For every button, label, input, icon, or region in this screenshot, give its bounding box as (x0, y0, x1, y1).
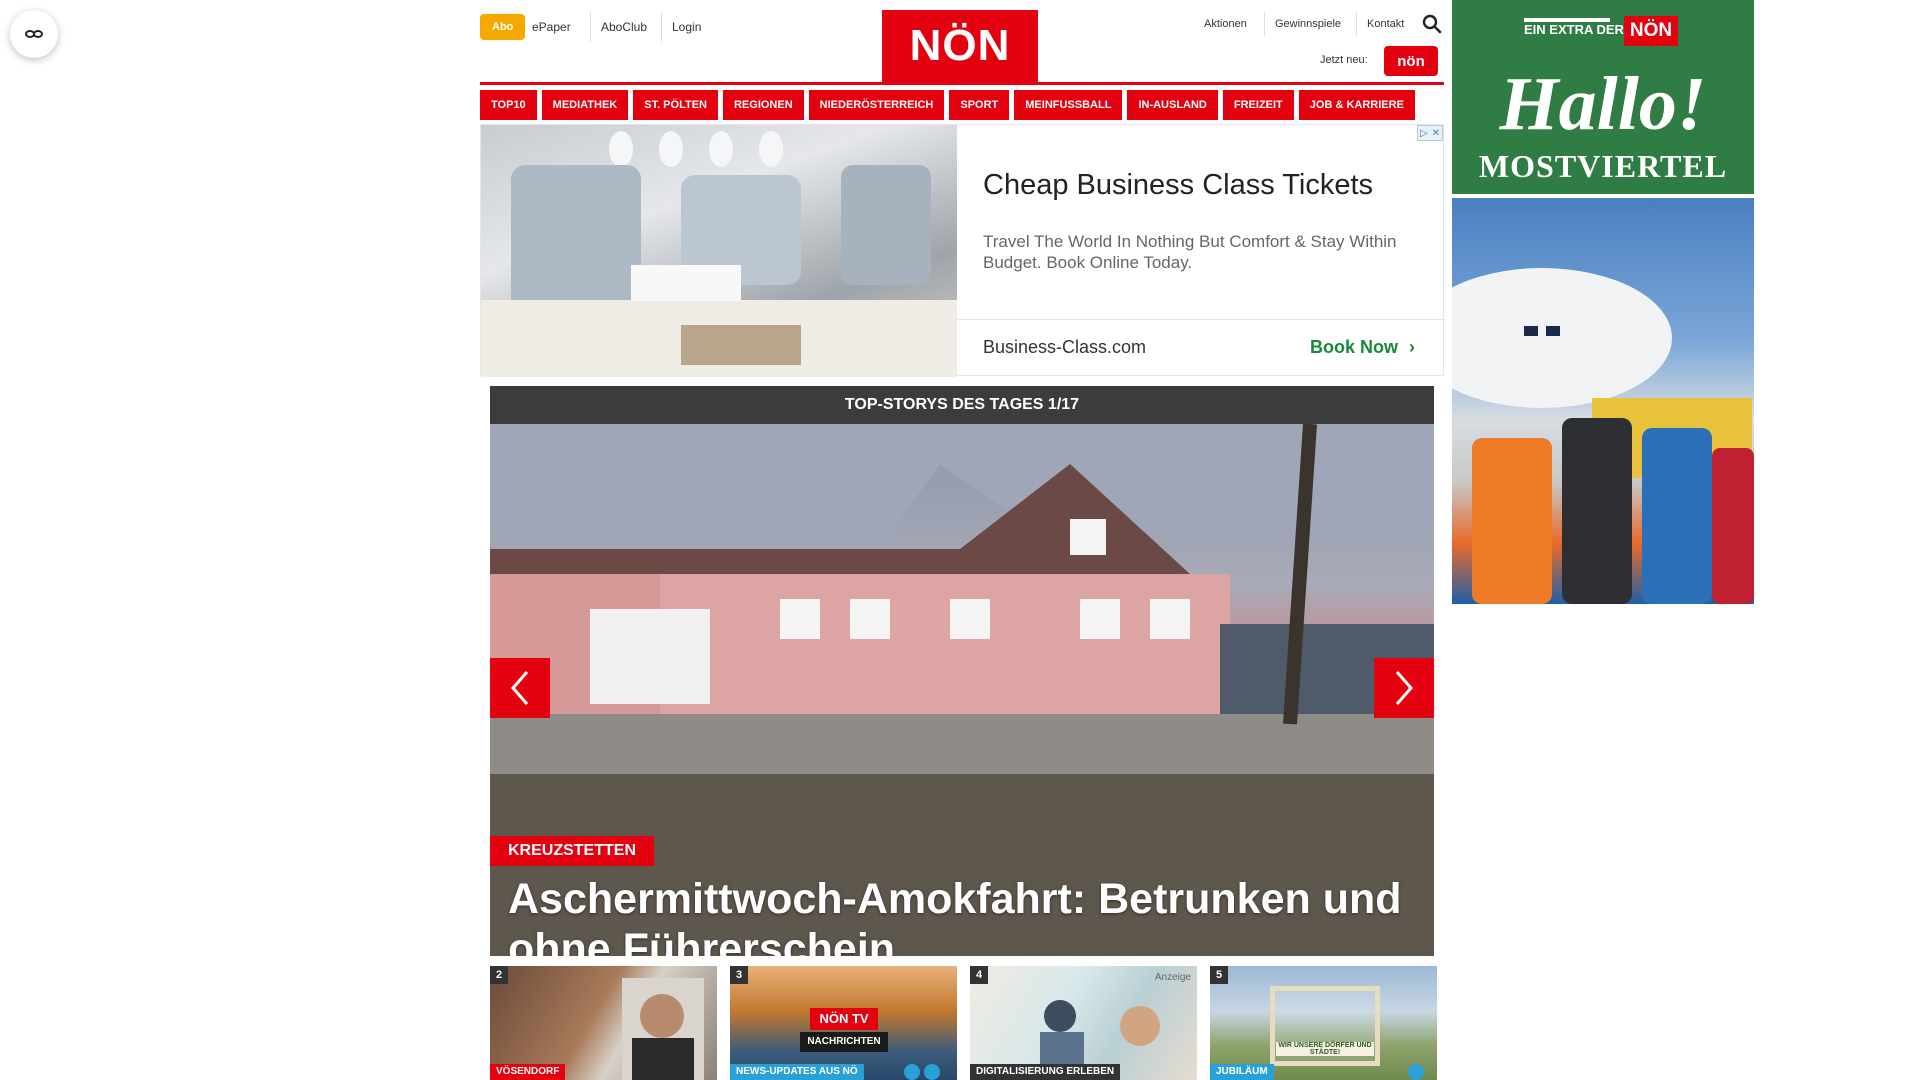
top-story-carousel: TOP-STORYS DES TAGES 1/17 KREUZSTETTEN A… (490, 386, 1434, 956)
noen-mini-logo: NÖN (1624, 16, 1678, 46)
ad-description: Travel The World In Nothing But Comfort … (983, 232, 1397, 272)
header-divider (480, 82, 1444, 85)
story-thumbnail-strip: 2 VÖSENDORF NÖN TV NACHRICHTEN 3 NEWS-UP… (490, 966, 1437, 1080)
ad-title[interactable]: Cheap Business Class Tickets (983, 169, 1373, 202)
sponsored-badge: Anzeige (1154, 972, 1191, 983)
kontakt-link[interactable]: Kontakt (1356, 12, 1414, 36)
play-icon (924, 1064, 940, 1080)
nav-item-in-ausland[interactable]: IN-AUSLAND (1127, 90, 1218, 120)
thumbnail-story-2[interactable]: 2 VÖSENDORF (490, 966, 717, 1080)
ad-info-icon: ▷ (1419, 127, 1428, 139)
thumbnail-story-5[interactable]: WIR UNSERE DÖRFER UND STÄDTE! 5 JUBILÄUM (1210, 966, 1437, 1080)
reader-mode-button[interactable] (10, 10, 58, 58)
hallo-title: Hallo! (1499, 62, 1707, 146)
search-icon[interactable] (1422, 14, 1442, 34)
aboclub-link[interactable]: AboClub (590, 12, 657, 42)
thumbnail-number: 2 (490, 966, 508, 984)
thumbnail-tag: JUBILÄUM (1210, 1064, 1274, 1080)
nav-item-sport[interactable]: SPORT (949, 90, 1010, 120)
login-link[interactable]: Login (661, 12, 711, 42)
nav-item-mediathek[interactable]: MEDIATHEK (541, 90, 629, 120)
main-navigation: TOP10 MEDIATHEK ST. PÖLTEN REGIONEN NIED… (480, 90, 1444, 120)
ad-divider (957, 319, 1445, 320)
nav-item-meinfussball[interactable]: MEINFUSSBALL (1014, 90, 1123, 120)
extra-label: EIN EXTRA DER (1524, 22, 1624, 37)
story-headline[interactable]: Aschermittwoch-Amokfahrt: Betrunken und … (508, 874, 1408, 956)
carousel-next-button[interactable] (1374, 658, 1434, 718)
thumbnail-number: 5 (1210, 966, 1228, 984)
thumbnail-number: 4 (970, 966, 988, 984)
thumbnail-tag: DIGITALISIERUNG ERLEBEN (970, 1064, 1121, 1080)
thumbnail-story-4[interactable]: Anzeige 4 DIGITALISIERUNG ERLEBEN (970, 966, 1197, 1080)
nav-item-regionen[interactable]: REGIONEN (722, 90, 804, 120)
thumbnail-tag: VÖSENDORF (490, 1064, 566, 1080)
top-story-image[interactable]: KREUZSTETTEN Aschermittwoch-Amokfahrt: B… (490, 424, 1434, 956)
noen-logo[interactable]: NÖN (882, 10, 1038, 82)
business-class-ad[interactable]: ▷ ✕ Cheap Business Class Tickets Travel … (480, 124, 1445, 377)
chevron-left-icon (511, 671, 529, 705)
camera-icon (1408, 1064, 1424, 1080)
nav-item-job-karriere[interactable]: JOB & KARRIERE (1298, 90, 1415, 120)
noen-tv-nachrichten-label: NACHRICHTEN (800, 1032, 888, 1052)
jetzt-neu-badge[interactable]: nön (1384, 46, 1438, 76)
chevron-right-icon: › (1409, 337, 1416, 357)
ad-domain[interactable]: Business-Class.com (983, 337, 1146, 358)
aktionen-link[interactable]: Aktionen (1194, 12, 1257, 36)
nav-item-st-poelten[interactable]: ST. PÖLTEN (633, 90, 718, 120)
nav-item-freizeit[interactable]: FREIZEIT (1222, 90, 1294, 120)
nav-item-niederoesterreich[interactable]: NIEDERÖSTERREICH (808, 90, 945, 120)
gewinnspiele-link[interactable]: Gewinnspiele (1264, 12, 1351, 36)
sidebar-ad[interactable]: EIN EXTRA DER NÖN Hallo! MOSTVIERTEL (1452, 0, 1754, 604)
chevron-right-icon (1395, 671, 1413, 705)
mostviertel-title: MOSTVIERTEL (1478, 148, 1728, 184)
thumbnail-tag: NEWS-UPDATES AUS NÖ (730, 1064, 864, 1080)
top-bar: Abo ePaper AboClub Login NÖN Aktionen Ge… (480, 0, 1444, 85)
ad-choices-badge[interactable]: ▷ ✕ (1417, 125, 1443, 141)
noen-tv-logo: NÖN TV (810, 1008, 878, 1030)
abo-button[interactable]: Abo (480, 14, 526, 40)
top-story-header: TOP-STORYS DES TAGES 1/17 (490, 386, 1434, 424)
epaper-link[interactable]: ePaper (522, 12, 581, 42)
ad-close-icon[interactable]: ✕ (1432, 128, 1440, 139)
hallo-mostviertel-banner[interactable]: EIN EXTRA DER NÖN Hallo! MOSTVIERTEL (1452, 0, 1754, 194)
thumbnail-story-3[interactable]: NÖN TV NACHRICHTEN 3 NEWS-UPDATES AUS NÖ (730, 966, 957, 1080)
frame-sign: WIR UNSERE DÖRFER UND STÄDTE! (1276, 1042, 1374, 1056)
nav-item-top10[interactable]: TOP10 (480, 90, 537, 120)
news-page: Abo ePaper AboClub Login NÖN Aktionen Ge… (480, 0, 1445, 1080)
carousel-prev-button[interactable] (490, 658, 550, 718)
camera-icon (904, 1064, 920, 1080)
ad-cabin-image[interactable] (481, 125, 957, 377)
story-kicker[interactable]: KREUZSTETTEN (490, 836, 654, 866)
jetzt-neu-label: Jetzt neu: (1320, 54, 1368, 66)
ad-book-now-button[interactable]: Book Now › (1310, 337, 1415, 358)
airport-luggage-image[interactable] (1452, 198, 1754, 604)
thumbnail-number: 3 (730, 966, 748, 984)
ad-cta-label: Book Now (1310, 337, 1398, 357)
glasses-icon (25, 30, 44, 38)
